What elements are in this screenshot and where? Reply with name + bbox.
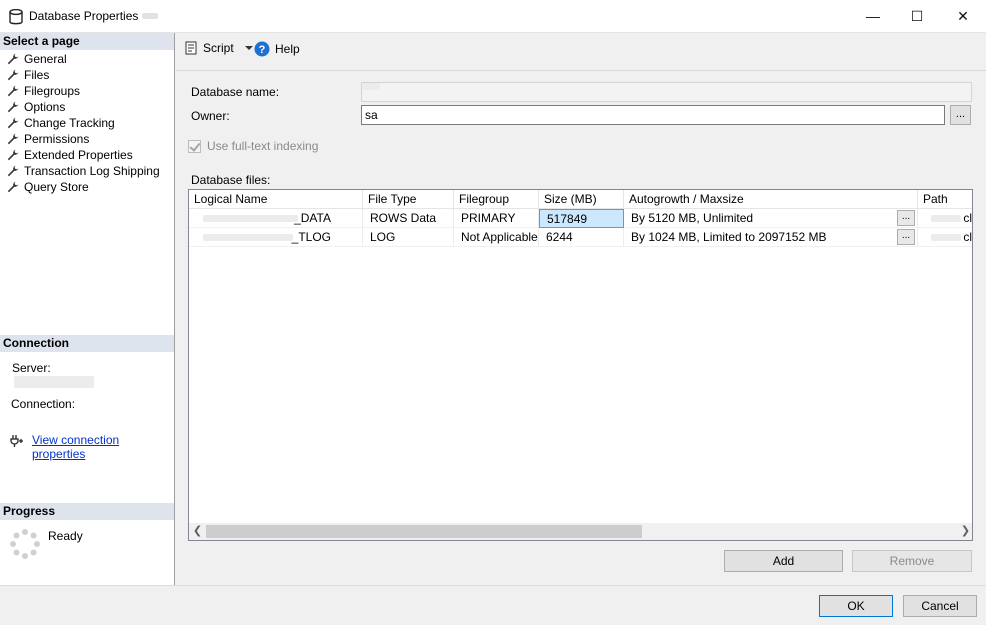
sidebar-item-query-store[interactable]: Query Store <box>7 179 89 195</box>
sidebar-item-label: Filegroups <box>24 84 81 98</box>
sidebar-item-label: Permissions <box>24 132 90 146</box>
sidebar-item-label: General <box>24 52 67 66</box>
sidebar-item-label: Files <box>24 68 50 82</box>
script-button[interactable]: Script <box>184 41 254 55</box>
wrench-icon <box>7 165 19 177</box>
sidebar-item-label: Query Store <box>24 180 89 194</box>
cell-file-type[interactable]: LOG <box>363 228 454 247</box>
database-name-field <box>361 82 972 102</box>
help-button[interactable]: ? Help <box>254 41 300 57</box>
remove-file-button[interactable]: Remove <box>852 550 972 572</box>
progress-spinner-icon <box>10 529 40 559</box>
wrench-icon <box>7 133 19 145</box>
minimize-button[interactable]: — <box>850 0 896 32</box>
cell-size-mb[interactable]: 517849 <box>539 209 624 228</box>
col-path[interactable]: Path <box>918 190 972 209</box>
wrench-icon <box>7 85 19 97</box>
redacted-database-name <box>142 13 158 19</box>
redacted-server <box>14 376 94 388</box>
wrench-icon <box>7 69 19 81</box>
sidebar-item-general[interactable]: General <box>7 51 67 67</box>
cell-autogrowth[interactable]: By 5120 MB, Unlimited <box>624 209 918 228</box>
table-row[interactable]: _DATA ROWS Data PRIMARY 517849 By 5120 M… <box>189 209 972 228</box>
sidebar-item-change-tracking[interactable]: Change Tracking <box>7 115 115 131</box>
sidebar-item-label: Options <box>24 100 66 114</box>
select-page-header: Select a page <box>0 33 174 50</box>
checkbox-check-icon <box>188 139 201 153</box>
add-file-button[interactable]: Add <box>724 550 843 572</box>
connection-header: Connection <box>0 335 174 352</box>
svg-text:?: ? <box>259 44 266 56</box>
sidebar-item-options[interactable]: Options <box>7 99 65 115</box>
database-name-label: Database name: <box>191 85 280 99</box>
horizontal-scrollbar[interactable]: ❮ ❯ <box>189 523 972 540</box>
sidebar-item-filegroups[interactable]: Filegroups <box>7 83 80 99</box>
owner-label: Owner: <box>191 109 230 123</box>
wrench-icon <box>7 149 19 161</box>
cell-logical-name[interactable]: _DATA <box>189 209 363 228</box>
scroll-right-arrow-icon[interactable]: ❯ <box>957 523 972 540</box>
redacted-db-name <box>362 83 380 90</box>
cell-filegroup[interactable]: Not Applicable <box>454 228 539 247</box>
scrollbar-thumb[interactable] <box>206 525 642 538</box>
wrench-icon <box>7 53 19 65</box>
script-label: Script <box>203 41 234 55</box>
cancel-button[interactable]: Cancel <box>903 595 977 617</box>
wrench-icon <box>7 181 19 193</box>
close-button[interactable]: ✕ <box>940 0 986 32</box>
cell-path[interactable]: cl <box>918 228 972 247</box>
database-files-label: Database files: <box>191 173 271 187</box>
maximize-button[interactable]: ☐ <box>894 0 940 32</box>
grid-header: Logical Name File Type Filegroup Size (M… <box>189 190 972 209</box>
fulltext-indexing-label: Use full-text indexing <box>207 139 319 153</box>
script-icon <box>185 41 197 55</box>
help-label: Help <box>275 42 300 56</box>
ok-button[interactable]: OK <box>819 595 893 617</box>
cell-logical-name[interactable]: _TLOG <box>189 228 363 247</box>
table-row[interactable]: _TLOG LOG Not Applicable 6244 By 1024 MB… <box>189 228 972 247</box>
col-size-mb[interactable]: Size (MB) <box>539 190 624 209</box>
cell-path[interactable]: cl <box>918 209 972 228</box>
help-icon: ? <box>254 41 270 57</box>
scroll-left-arrow-icon[interactable]: ❮ <box>189 523 206 540</box>
connection-label: Connection: <box>11 397 76 411</box>
owner-field[interactable]: sa <box>361 105 945 125</box>
progress-header: Progress <box>0 503 174 520</box>
progress-status: Ready <box>48 529 83 543</box>
col-autogrowth[interactable]: Autogrowth / Maxsize <box>624 190 918 209</box>
col-file-type[interactable]: File Type <box>363 190 454 209</box>
cell-file-type[interactable]: ROWS Data <box>363 209 454 228</box>
sidebar-item-label: Extended Properties <box>24 148 133 162</box>
window-title: Database Properties - <box>29 9 146 23</box>
sidebar-item-permissions[interactable]: Permissions <box>7 131 89 147</box>
col-logical-name[interactable]: Logical Name <box>189 190 363 209</box>
left-panel: Select a page General Files Filegroups Opti… <box>0 33 175 585</box>
toolbar: Script ? Help <box>176 33 986 66</box>
plug-icon <box>10 435 23 447</box>
owner-browse-button[interactable]: ... <box>950 105 971 125</box>
title-bar: Database Properties - — ☐ ✕ <box>0 0 986 33</box>
view-connection-properties-link[interactable]: View connection properties <box>32 433 174 461</box>
sidebar-item-label: Change Tracking <box>24 116 115 130</box>
col-filegroup[interactable]: Filegroup <box>454 190 539 209</box>
wrench-icon <box>7 117 19 129</box>
sidebar-item-transaction-log-shipping[interactable]: Transaction Log Shipping <box>7 163 160 179</box>
sidebar-item-extended-properties[interactable]: Extended Properties <box>7 147 133 163</box>
database-files-grid[interactable]: Logical Name File Type Filegroup Size (M… <box>188 189 973 541</box>
autogrowth-edit-button[interactable]: ... <box>897 210 915 226</box>
database-icon <box>9 9 23 25</box>
cell-autogrowth[interactable]: By 1024 MB, Limited to 2097152 MB <box>624 228 918 247</box>
cell-size-mb[interactable]: 6244 <box>539 228 624 247</box>
wrench-icon <box>7 101 19 113</box>
server-label: Server: <box>12 361 51 375</box>
cell-filegroup[interactable]: PRIMARY <box>454 209 539 228</box>
autogrowth-edit-button[interactable]: ... <box>897 229 915 245</box>
sidebar-item-label: Transaction Log Shipping <box>24 164 160 178</box>
sidebar-item-files[interactable]: Files <box>7 67 50 83</box>
fulltext-indexing-checkbox: Use full-text indexing <box>188 139 318 153</box>
chevron-down-icon[interactable] <box>244 44 254 52</box>
